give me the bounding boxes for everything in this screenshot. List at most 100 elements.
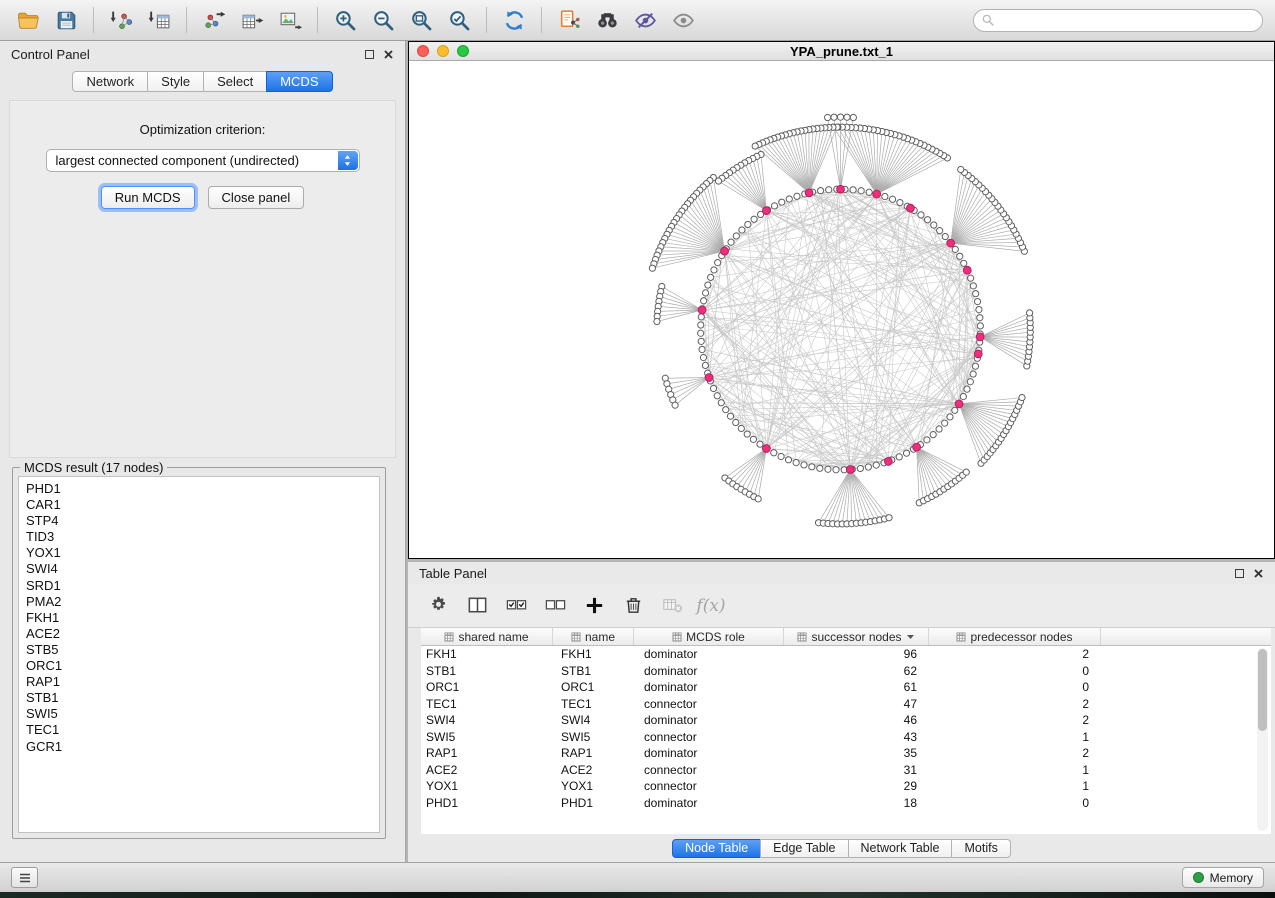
column-header-name[interactable]: name [553, 628, 634, 645]
cell-shared-name[interactable]: SWI4 [421, 713, 553, 727]
control-panel-float-icon[interactable] [365, 50, 374, 59]
mcds-result-item[interactable]: STB5 [26, 642, 379, 658]
table-row[interactable]: SWI5SWI5connector431 [421, 729, 1271, 746]
mcds-result-item[interactable]: STB1 [26, 690, 379, 706]
memory-button[interactable]: Memory [1182, 867, 1264, 888]
cell-successor-nodes[interactable]: 35 [784, 746, 929, 760]
cell-MCDS-role[interactable]: connector [634, 730, 784, 744]
mcds-result-item[interactable]: SWI5 [26, 706, 379, 722]
deselect-all-button[interactable] [542, 593, 568, 619]
zoom-selected-button[interactable] [443, 4, 475, 36]
mcds-result-item[interactable]: GCR1 [26, 739, 379, 755]
column-header-MCDS-role[interactable]: MCDS role [634, 628, 784, 645]
cell-predecessor-nodes[interactable]: 2 [929, 647, 1101, 661]
cell-name[interactable]: YOX1 [553, 779, 634, 793]
function-builder-button[interactable]: f(x) [698, 593, 724, 619]
cell-predecessor-nodes[interactable]: 1 [929, 779, 1101, 793]
cell-successor-nodes[interactable]: 43 [784, 730, 929, 744]
cell-name[interactable]: ACE2 [553, 763, 634, 777]
tab-mcds[interactable]: MCDS [266, 71, 332, 92]
cell-successor-nodes[interactable]: 61 [784, 680, 929, 694]
mcds-result-item[interactable]: ACE2 [26, 626, 379, 642]
table-row[interactable]: STB1STB1dominator620 [421, 663, 1271, 680]
zoom-fit-button[interactable] [405, 4, 437, 36]
mcds-result-item[interactable]: STP4 [26, 513, 379, 529]
delete-row-button[interactable] [620, 593, 646, 619]
table-row[interactable]: PHD1PHD1dominator180 [421, 795, 1271, 812]
network-canvas[interactable] [409, 61, 1274, 558]
cell-shared-name[interactable]: PHD1 [421, 796, 553, 810]
tab-select[interactable]: Select [203, 71, 267, 92]
cell-name[interactable]: PHD1 [553, 796, 634, 810]
tab-motifs[interactable]: Motifs [951, 839, 1010, 858]
cell-predecessor-nodes[interactable]: 2 [929, 713, 1101, 727]
cell-MCDS-role[interactable]: connector [634, 697, 784, 711]
cell-successor-nodes[interactable]: 31 [784, 763, 929, 777]
cell-predecessor-nodes[interactable]: 1 [929, 763, 1101, 777]
optimization-criterion-select[interactable]: largest connected component (undirected) [46, 149, 360, 172]
search-network-button[interactable] [591, 4, 623, 36]
table-row[interactable]: FKH1FKH1dominator962 [421, 646, 1271, 663]
cell-shared-name[interactable]: ORC1 [421, 680, 553, 694]
show-details-button[interactable] [667, 4, 699, 36]
cell-MCDS-role[interactable]: connector [634, 763, 784, 777]
table-panel-close-icon[interactable] [1253, 568, 1264, 579]
run-mcds-button[interactable]: Run MCDS [101, 186, 195, 209]
table-row[interactable]: SWI4SWI4dominator462 [421, 712, 1271, 729]
mcds-result-list[interactable]: PHD1CAR1STP4TID3YOX1SWI4SRD1PMA2FKH1ACE2… [18, 476, 380, 833]
window-close-button[interactable] [417, 45, 429, 57]
column-header-shared-name[interactable]: shared name [421, 628, 553, 645]
cell-successor-nodes[interactable]: 62 [784, 664, 929, 678]
cell-name[interactable]: TEC1 [553, 697, 634, 711]
table-row[interactable]: RAP1RAP1dominator352 [421, 745, 1271, 762]
cell-successor-nodes[interactable]: 96 [784, 647, 929, 661]
cell-MCDS-role[interactable]: dominator [634, 713, 784, 727]
control-panel-close-icon[interactable] [383, 49, 394, 60]
export-network-button[interactable] [198, 4, 230, 36]
search-input[interactable] [973, 9, 1263, 32]
save-session-button[interactable] [50, 4, 82, 36]
table-panel-float-icon[interactable] [1235, 569, 1244, 578]
table-row[interactable]: ORC1ORC1dominator610 [421, 679, 1271, 696]
zoom-in-button[interactable] [329, 4, 361, 36]
close-panel-button[interactable]: Close panel [208, 186, 305, 209]
column-header-successor-nodes[interactable]: successor nodes [784, 628, 929, 645]
cell-shared-name[interactable]: YOX1 [421, 779, 553, 793]
cell-successor-nodes[interactable]: 46 [784, 713, 929, 727]
select-all-button[interactable] [503, 593, 529, 619]
column-layout-button[interactable] [464, 593, 490, 619]
table-row[interactable]: YOX1YOX1connector291 [421, 778, 1271, 795]
cell-MCDS-role[interactable]: dominator [634, 680, 784, 694]
cell-successor-nodes[interactable]: 47 [784, 697, 929, 711]
cell-predecessor-nodes[interactable]: 2 [929, 697, 1101, 711]
cell-predecessor-nodes[interactable]: 0 [929, 680, 1101, 694]
network-graph[interactable] [409, 61, 1274, 558]
cell-predecessor-nodes[interactable]: 2 [929, 746, 1101, 760]
cell-MCDS-role[interactable]: dominator [634, 664, 784, 678]
open-file-button[interactable] [12, 4, 44, 36]
mcds-result-item[interactable]: RAP1 [26, 674, 379, 690]
cell-name[interactable]: FKH1 [553, 647, 634, 661]
cell-shared-name[interactable]: SWI5 [421, 730, 553, 744]
task-history-button[interactable] [11, 867, 38, 888]
cell-MCDS-role[interactable]: dominator [634, 647, 784, 661]
cell-name[interactable]: ORC1 [553, 680, 634, 694]
tab-network-table[interactable]: Network Table [848, 839, 953, 858]
export-table-button[interactable] [236, 4, 268, 36]
cell-name[interactable]: RAP1 [553, 746, 634, 760]
cell-shared-name[interactable]: FKH1 [421, 647, 553, 661]
cell-name[interactable]: STB1 [553, 664, 634, 678]
tab-node-table[interactable]: Node Table [672, 839, 761, 858]
cell-predecessor-nodes[interactable]: 1 [929, 730, 1101, 744]
export-image-button[interactable] [274, 4, 306, 36]
cell-predecessor-nodes[interactable]: 0 [929, 796, 1101, 810]
table-scrollbar[interactable] [1257, 648, 1268, 831]
mcds-result-item[interactable]: ORC1 [26, 658, 379, 674]
cell-shared-name[interactable]: RAP1 [421, 746, 553, 760]
tab-edge-table[interactable]: Edge Table [760, 839, 848, 858]
cell-MCDS-role[interactable]: dominator [634, 746, 784, 760]
zoom-out-button[interactable] [367, 4, 399, 36]
scrollbar-thumb[interactable] [1258, 649, 1267, 731]
share-document-button[interactable] [553, 4, 585, 36]
cell-successor-nodes[interactable]: 29 [784, 779, 929, 793]
